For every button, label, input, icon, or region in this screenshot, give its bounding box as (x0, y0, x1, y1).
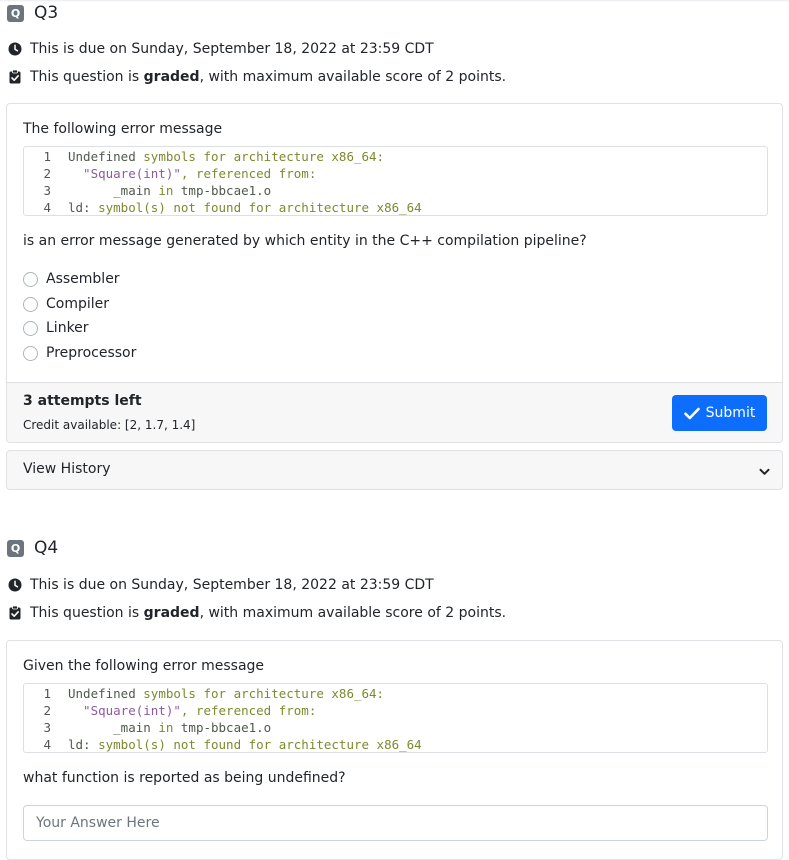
clipboard-check-icon (8, 70, 22, 84)
option-label: Assembler (46, 271, 120, 287)
option-label: Linker (46, 320, 89, 336)
code-line: 4 ld: symbol(s) not found for architectur… (43, 737, 422, 752)
top-edge (0, 0, 789, 2)
code-line: 1 Undefined symbols for architecture x86_… (43, 686, 385, 701)
submit-button[interactable]: Submit (672, 395, 767, 431)
question-header-q4: Q Q4 (7, 536, 58, 560)
code-line: 2 "Square(int)", referenced from: (43, 166, 317, 181)
code-line: 1 Undefined symbols for architecture x86_… (43, 149, 385, 164)
graded-bold: graded (143, 69, 200, 85)
radio-button[interactable] (23, 345, 38, 361)
question-text: is an error message generated by which e… (23, 233, 587, 249)
code-line: 3 _main in tmp-bbcae1.o (43, 720, 272, 735)
question-badge: Q (7, 539, 24, 557)
graded-line: This question is graded, with maximum av… (8, 603, 506, 623)
graded-suffix: , with maximum available score of 2 poin… (199, 69, 507, 85)
clock-icon (8, 42, 22, 56)
clipboard-check-icon (8, 606, 22, 620)
due-text: This is due on Sunday, September 18, 202… (30, 41, 434, 57)
view-history-label: View History (23, 461, 111, 477)
code-line: 4 ld: symbol(s) not found for architectur… (43, 200, 422, 215)
code-block: 1 Undefined symbols for architecture x86_… (23, 683, 768, 753)
clock-icon (8, 578, 22, 592)
question-card-q4: Given the following error message 1 Undef… (6, 640, 783, 860)
question-card-q3: The following error message 1 Undefined s… (6, 103, 783, 443)
due-date-line: This is due on Sunday, September 18, 202… (8, 575, 434, 595)
question-title: Q3 (34, 3, 59, 23)
checkmark-icon (683, 407, 700, 420)
option-assembler[interactable]: Assembler (23, 269, 120, 289)
due-text: This is due on Sunday, September 18, 202… (30, 577, 434, 593)
code-line: 3 _main in tmp-bbcae1.o (43, 183, 272, 198)
question-badge: Q (7, 4, 24, 22)
card-footer: 3 attempts left Credit available: [2, 1.… (7, 382, 782, 442)
radio-button[interactable] (23, 271, 38, 287)
option-compiler[interactable]: Compiler (23, 294, 109, 314)
option-label: Compiler (46, 296, 110, 312)
option-label: Preprocessor (46, 345, 137, 361)
view-history-toggle[interactable]: View History (6, 450, 783, 490)
question-title: Q4 (34, 538, 59, 558)
answer-input[interactable] (23, 805, 768, 841)
graded-suffix: , with maximum available score of 2 poin… (199, 605, 507, 621)
submit-label: Submit (705, 405, 756, 421)
attempts-left: 3 attempts left (23, 393, 142, 409)
question-prompt: The following error message (23, 121, 223, 137)
radio-button[interactable] (23, 296, 38, 312)
code-block: 1 Undefined symbols for architecture x86_… (23, 146, 768, 216)
chevron-down-icon (759, 464, 770, 480)
graded-prefix: This question is (30, 69, 144, 85)
question-prompt: Given the following error message (23, 658, 265, 674)
graded-bold: graded (143, 605, 200, 621)
due-date-line: This is due on Sunday, September 18, 202… (8, 39, 434, 59)
question-text: what function is reported as being undef… (23, 770, 346, 786)
code-line: 2 "Square(int)", referenced from: (43, 703, 317, 718)
option-linker[interactable]: Linker (23, 318, 89, 338)
radio-button[interactable] (23, 320, 38, 336)
credit-available: Credit available: [2, 1.7, 1.4] (23, 418, 196, 432)
option-preprocessor[interactable]: Preprocessor (23, 343, 136, 363)
question-header-q3: Q Q3 (7, 1, 58, 25)
graded-prefix: This question is (30, 605, 144, 621)
graded-line: This question is graded, with maximum av… (8, 67, 506, 87)
